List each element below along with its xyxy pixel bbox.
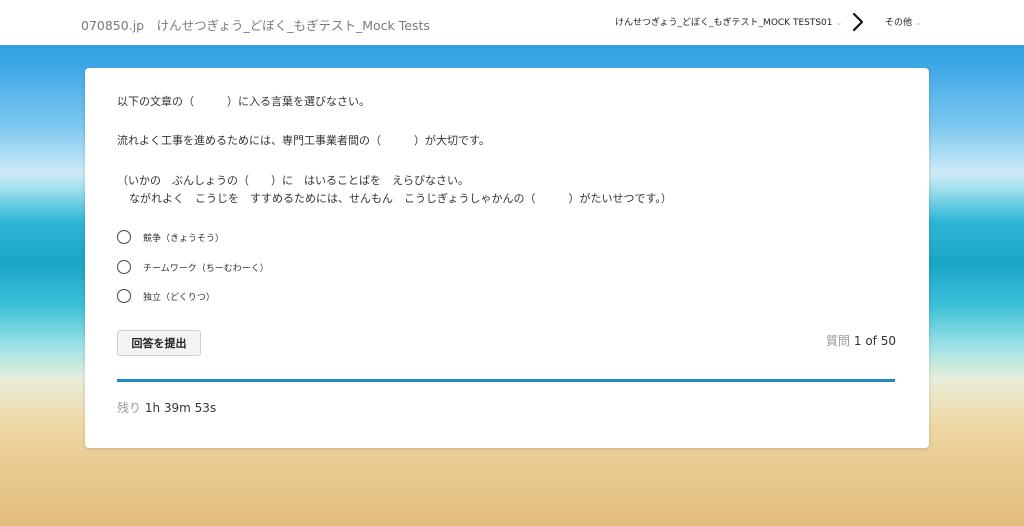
top-header: 070850.jp けんせつぎょう_どぼく_もぎテスト_Mock Tests け… [0, 0, 1024, 45]
question-counter: 質問 1 of 50 [826, 332, 896, 349]
time-remaining-value: 1h 39m 53s [144, 401, 217, 415]
answer-option-label: 競争（きょうそう） [143, 233, 225, 244]
quiz-card: 以下の文章の（ ）に入る言葉を選びなさい。 流れよく工事を進めるためには、専門工… [85, 68, 929, 448]
question-reading-instruction: （いかの ぶんしょうの（ ）に はいることばを えらびなさい。 [117, 174, 469, 187]
answer-option[interactable]: 競争（きょうそう） [117, 228, 224, 246]
question-counter-value: 1 of 50 [853, 334, 896, 348]
nav-other-menu[interactable]: その他 ⌄ [885, 15, 922, 28]
nav-mock-tests-label: けんせつぎょう_どぼく_もぎテスト_MOCK TESTS01 [615, 18, 833, 28]
question-instruction: 以下の文章の（ ）に入る言葉を選びなさい。 [117, 95, 370, 108]
chevron-down-icon: ⌄ [915, 18, 922, 27]
nav-mock-tests-menu[interactable]: けんせつぎょう_どぼく_もぎテスト_MOCK TESTS01 ⌄ [615, 15, 842, 28]
site-title[interactable]: 070850.jp けんせつぎょう_どぼく_もぎテスト_Mock Tests [81, 15, 430, 34]
answer-option[interactable]: チームワーク（ちーむわーく） [117, 258, 269, 276]
question-counter-prefix: 質問 [826, 334, 851, 348]
question-reading-sentence: ながれよく こうじを すすめるためには、せんもん こうじぎょうしゃかんの（ ）が… [129, 192, 672, 205]
chevron-right-icon[interactable] [851, 11, 865, 33]
progress-bar [117, 379, 895, 382]
time-remaining: 残り 1h 39m 53s [117, 399, 216, 416]
radio-button[interactable] [117, 289, 131, 303]
radio-button[interactable] [117, 260, 131, 274]
answer-option-label: チームワーク（ちーむわーく） [143, 263, 269, 274]
radio-button[interactable] [117, 230, 131, 244]
chevron-down-icon: ⌄ [835, 18, 843, 27]
answer-option-label: 独立（どくりつ） [143, 292, 215, 303]
time-remaining-prefix: 残り [117, 401, 142, 415]
submit-answer-button[interactable]: 回答を提出 [117, 330, 201, 356]
progress-bar-fill [117, 379, 895, 382]
nav-other-label: その他 [885, 18, 913, 28]
question-sentence: 流れよく工事を進めるためには、専門工事業者間の（ ）が大切です。 [117, 134, 490, 147]
answer-option[interactable]: 独立（どくりつ） [117, 287, 215, 305]
